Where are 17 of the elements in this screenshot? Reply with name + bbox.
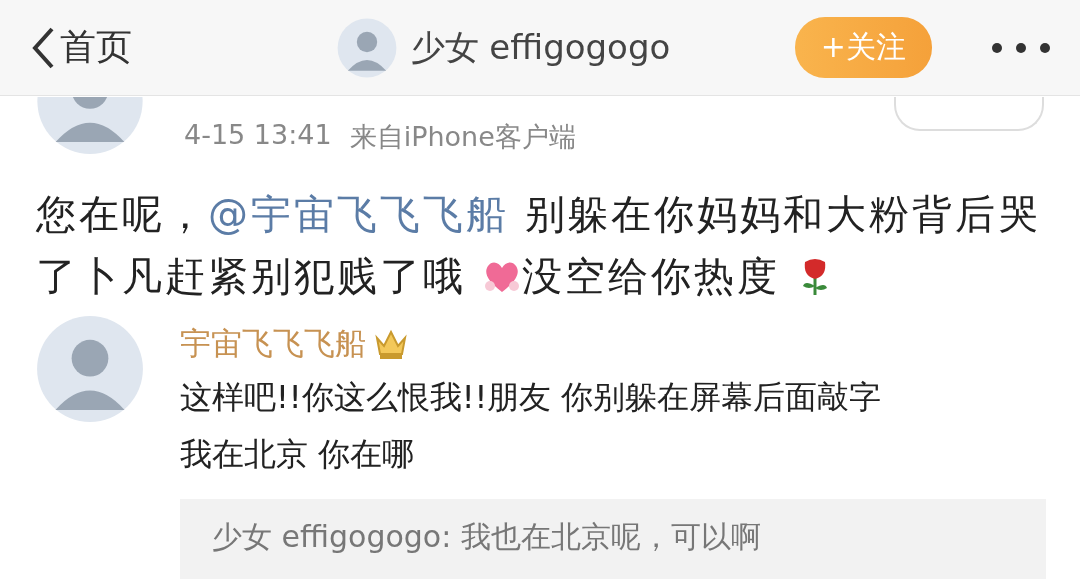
back-button[interactable]: 首页 <box>30 23 132 72</box>
avatar[interactable] <box>36 315 144 423</box>
commenter-name[interactable]: 宇宙飞飞飞船 <box>180 323 366 365</box>
crown-icon <box>374 328 408 360</box>
avatar[interactable] <box>336 17 397 78</box>
mention-link[interactable]: @宇宙飞飞飞船 <box>208 191 509 237</box>
comment-text: 这样吧!!你这么恨我!!朋友 你别躲在屏幕后面敲字 <box>180 377 883 418</box>
comment-text: 我在北京 你在哪 <box>180 434 416 475</box>
post-time: 4-15 13:41 <box>184 119 332 152</box>
user-name: 少女 effigogogo <box>410 25 671 69</box>
reply-text: 少女 effigogogo: 我也在北京呢，可以啊 <box>180 499 1046 579</box>
follow-button[interactable] <box>894 97 1044 131</box>
more-icon[interactable] <box>990 40 1052 55</box>
post-text: 您在呢，@宇宙飞飞飞船 别躲在你妈妈和大粉背后哭了卜凡赶紧别犯贱了哦 没空给你热度 <box>35 190 1042 301</box>
post-source: 来自iPhone客户端 <box>349 120 576 154</box>
avatar[interactable] <box>36 97 144 155</box>
back-icon <box>30 25 56 70</box>
